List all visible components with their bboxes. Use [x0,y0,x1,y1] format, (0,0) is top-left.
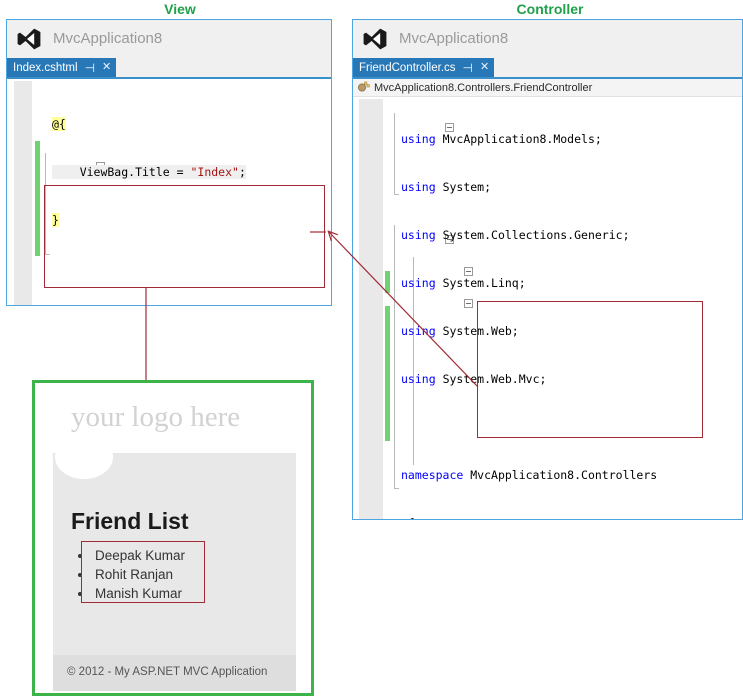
browser-page: your logo here Friend List Deepak Kumar … [35,383,311,693]
list-item: Manish Kumar [93,584,185,603]
screenshot-root: View Controller MvcApplication8 Index.cs… [0,0,743,700]
controller-code-text: using MvcApplication8.Models; using Syst… [401,132,658,519]
close-icon[interactable]: ✕ [480,62,489,73]
view-code-text: @{ ViewBag.Title = "Index"; } <h2>Friend… [52,84,315,305]
pin-icon[interactable]: ⊣ [85,62,95,74]
tab-label: FriendController.cs [359,61,456,74]
controller-tabstrip: FriendController.cs ⊣ ✕ [353,58,742,79]
controller-code-area[interactable]: using MvcApplication8.Models; using Syst… [353,99,742,519]
view-change-bar [35,141,40,256]
visual-studio-icon [363,28,387,50]
controller-gutter [359,99,383,519]
controller-titlebar: MvcApplication8 [353,20,742,58]
pin-icon[interactable]: ⊣ [463,62,473,74]
namespace-bracket [394,225,399,489]
view-region-bracket [45,153,50,255]
tab-friendcontroller-cs[interactable]: FriendController.cs ⊣ ✕ [353,58,495,77]
tab-label: Index.cshtml [13,61,78,74]
controller-editor-window: MvcApplication8 FriendController.cs ⊣ ✕ … [352,19,743,520]
controller-navigation-bar[interactable]: MvcApplication8.Controllers.FriendContro… [353,79,742,97]
friend-list: Deepak Kumar Rohit Ranjan Manish Kumar [71,546,185,603]
view-tabstrip: Index.cshtml ⊣ ✕ [7,58,331,79]
list-item: Rohit Ranjan [93,565,185,584]
view-titlebar: MvcApplication8 [7,20,331,58]
controller-navbar-text: MvcApplication8.Controllers.FriendContro… [374,81,593,94]
usings-bracket [394,113,399,195]
view-gutter [14,81,32,305]
view-code-area[interactable]: @{ ViewBag.Title = "Index"; } <h2>Friend… [7,81,331,305]
view-caption: View [164,1,196,17]
tab-index-cshtml[interactable]: Index.cshtml ⊣ ✕ [7,58,117,77]
logo-notch-decoration [55,435,113,479]
controller-caption: Controller [516,1,584,17]
page-heading: Friend List [71,508,189,534]
browser-preview-window: your logo here Friend List Deepak Kumar … [32,380,314,696]
view-app-title: MvcApplication8 [53,30,163,47]
list-item: Deepak Kumar [93,546,185,565]
site-logo-text: your logo here [71,401,241,433]
controller-app-title: MvcApplication8 [399,30,509,47]
controller-change-bar-1 [385,271,390,293]
view-editor-window: MvcApplication8 Index.cshtml ⊣ ✕ @{ View… [6,19,332,306]
page-footer-text: © 2012 - My ASP.NET MVC Application [67,666,268,678]
controller-change-bar-2 [385,306,390,441]
close-icon[interactable]: ✕ [102,62,111,73]
visual-studio-icon [17,28,41,50]
class-icon [357,81,370,94]
